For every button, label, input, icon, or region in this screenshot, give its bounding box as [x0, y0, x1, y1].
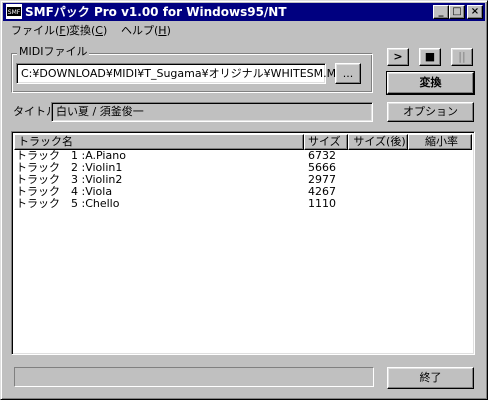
app-icon[interactable]: SMF [6, 4, 22, 19]
title-field: 白い夏 / 須釜俊一 [51, 102, 373, 122]
track-list[interactable]: トラック名 サイズ サイズ(後) 縮小率 トラック 1 :A.Piano 673… [11, 131, 475, 355]
close-icon: × [470, 6, 480, 17]
close-button[interactable]: × [467, 5, 483, 19]
menu-file[interactable]: ファイル(F) [11, 24, 70, 38]
column-header-ratio[interactable]: 縮小率 [408, 134, 472, 150]
title-value: 白い夏 / 須釜俊一 [56, 105, 144, 118]
app-window: SMF SMFパック Pro v1.00 for Windows95/NT _ … [0, 0, 488, 400]
menu-convert[interactable]: 変換(C) [69, 24, 107, 38]
size-cell: 1110 [308, 197, 336, 210]
convert-button[interactable]: 変換 [386, 71, 475, 95]
app-icon-text: SMF [8, 9, 21, 16]
minimize-icon: _ [438, 6, 444, 17]
options-button[interactable]: オプション [387, 102, 474, 122]
track-rows: トラック 1 :A.Piano 6732 トラック 2 :Violin1 566… [14, 150, 472, 210]
progress-bar [14, 367, 374, 387]
maximize-icon: □ [452, 6, 462, 17]
column-header-track-name[interactable]: トラック名 [14, 134, 304, 150]
menu-bar: ファイル(F) 変換(C) ヘルプ(H) [3, 22, 485, 40]
table-row[interactable]: トラック 5 :Chello 1110 [14, 198, 472, 210]
maximize-button[interactable]: □ [449, 5, 465, 19]
title-bar[interactable]: SMF SMFパック Pro v1.00 for Windows95/NT _ … [3, 3, 485, 21]
midi-file-path-input[interactable]: C:¥DOWNLOAD¥MIDI¥T_Sugama¥オリジナル¥WHITESM.… [16, 63, 348, 84]
track-list-header: トラック名 サイズ サイズ(後) 縮小率 [14, 134, 472, 150]
quit-button[interactable]: 終了 [387, 367, 474, 389]
track-name-cell: トラック 5 :Chello [16, 197, 120, 210]
browse-button[interactable]: ... [335, 63, 361, 84]
column-header-size[interactable]: サイズ [304, 134, 348, 150]
menu-help[interactable]: ヘルプ(H) [121, 24, 171, 38]
stop-button[interactable]: ■ [419, 48, 441, 66]
stop-icon: ■ [424, 50, 436, 63]
pause-icon: || [458, 50, 466, 63]
window-title: SMFパック Pro v1.00 for Windows95/NT [25, 5, 287, 19]
play-button[interactable]: > [387, 48, 409, 66]
midi-file-path-value: C:¥DOWNLOAD¥MIDI¥T_Sugama¥オリジナル¥WHITESM.… [21, 67, 348, 80]
column-header-size-after[interactable]: サイズ(後) [348, 134, 408, 150]
minimize-button[interactable]: _ [433, 5, 449, 19]
play-icon: > [393, 50, 403, 63]
midi-file-group-label: MIDIファイル [17, 45, 90, 58]
pause-button[interactable]: || [451, 48, 473, 66]
